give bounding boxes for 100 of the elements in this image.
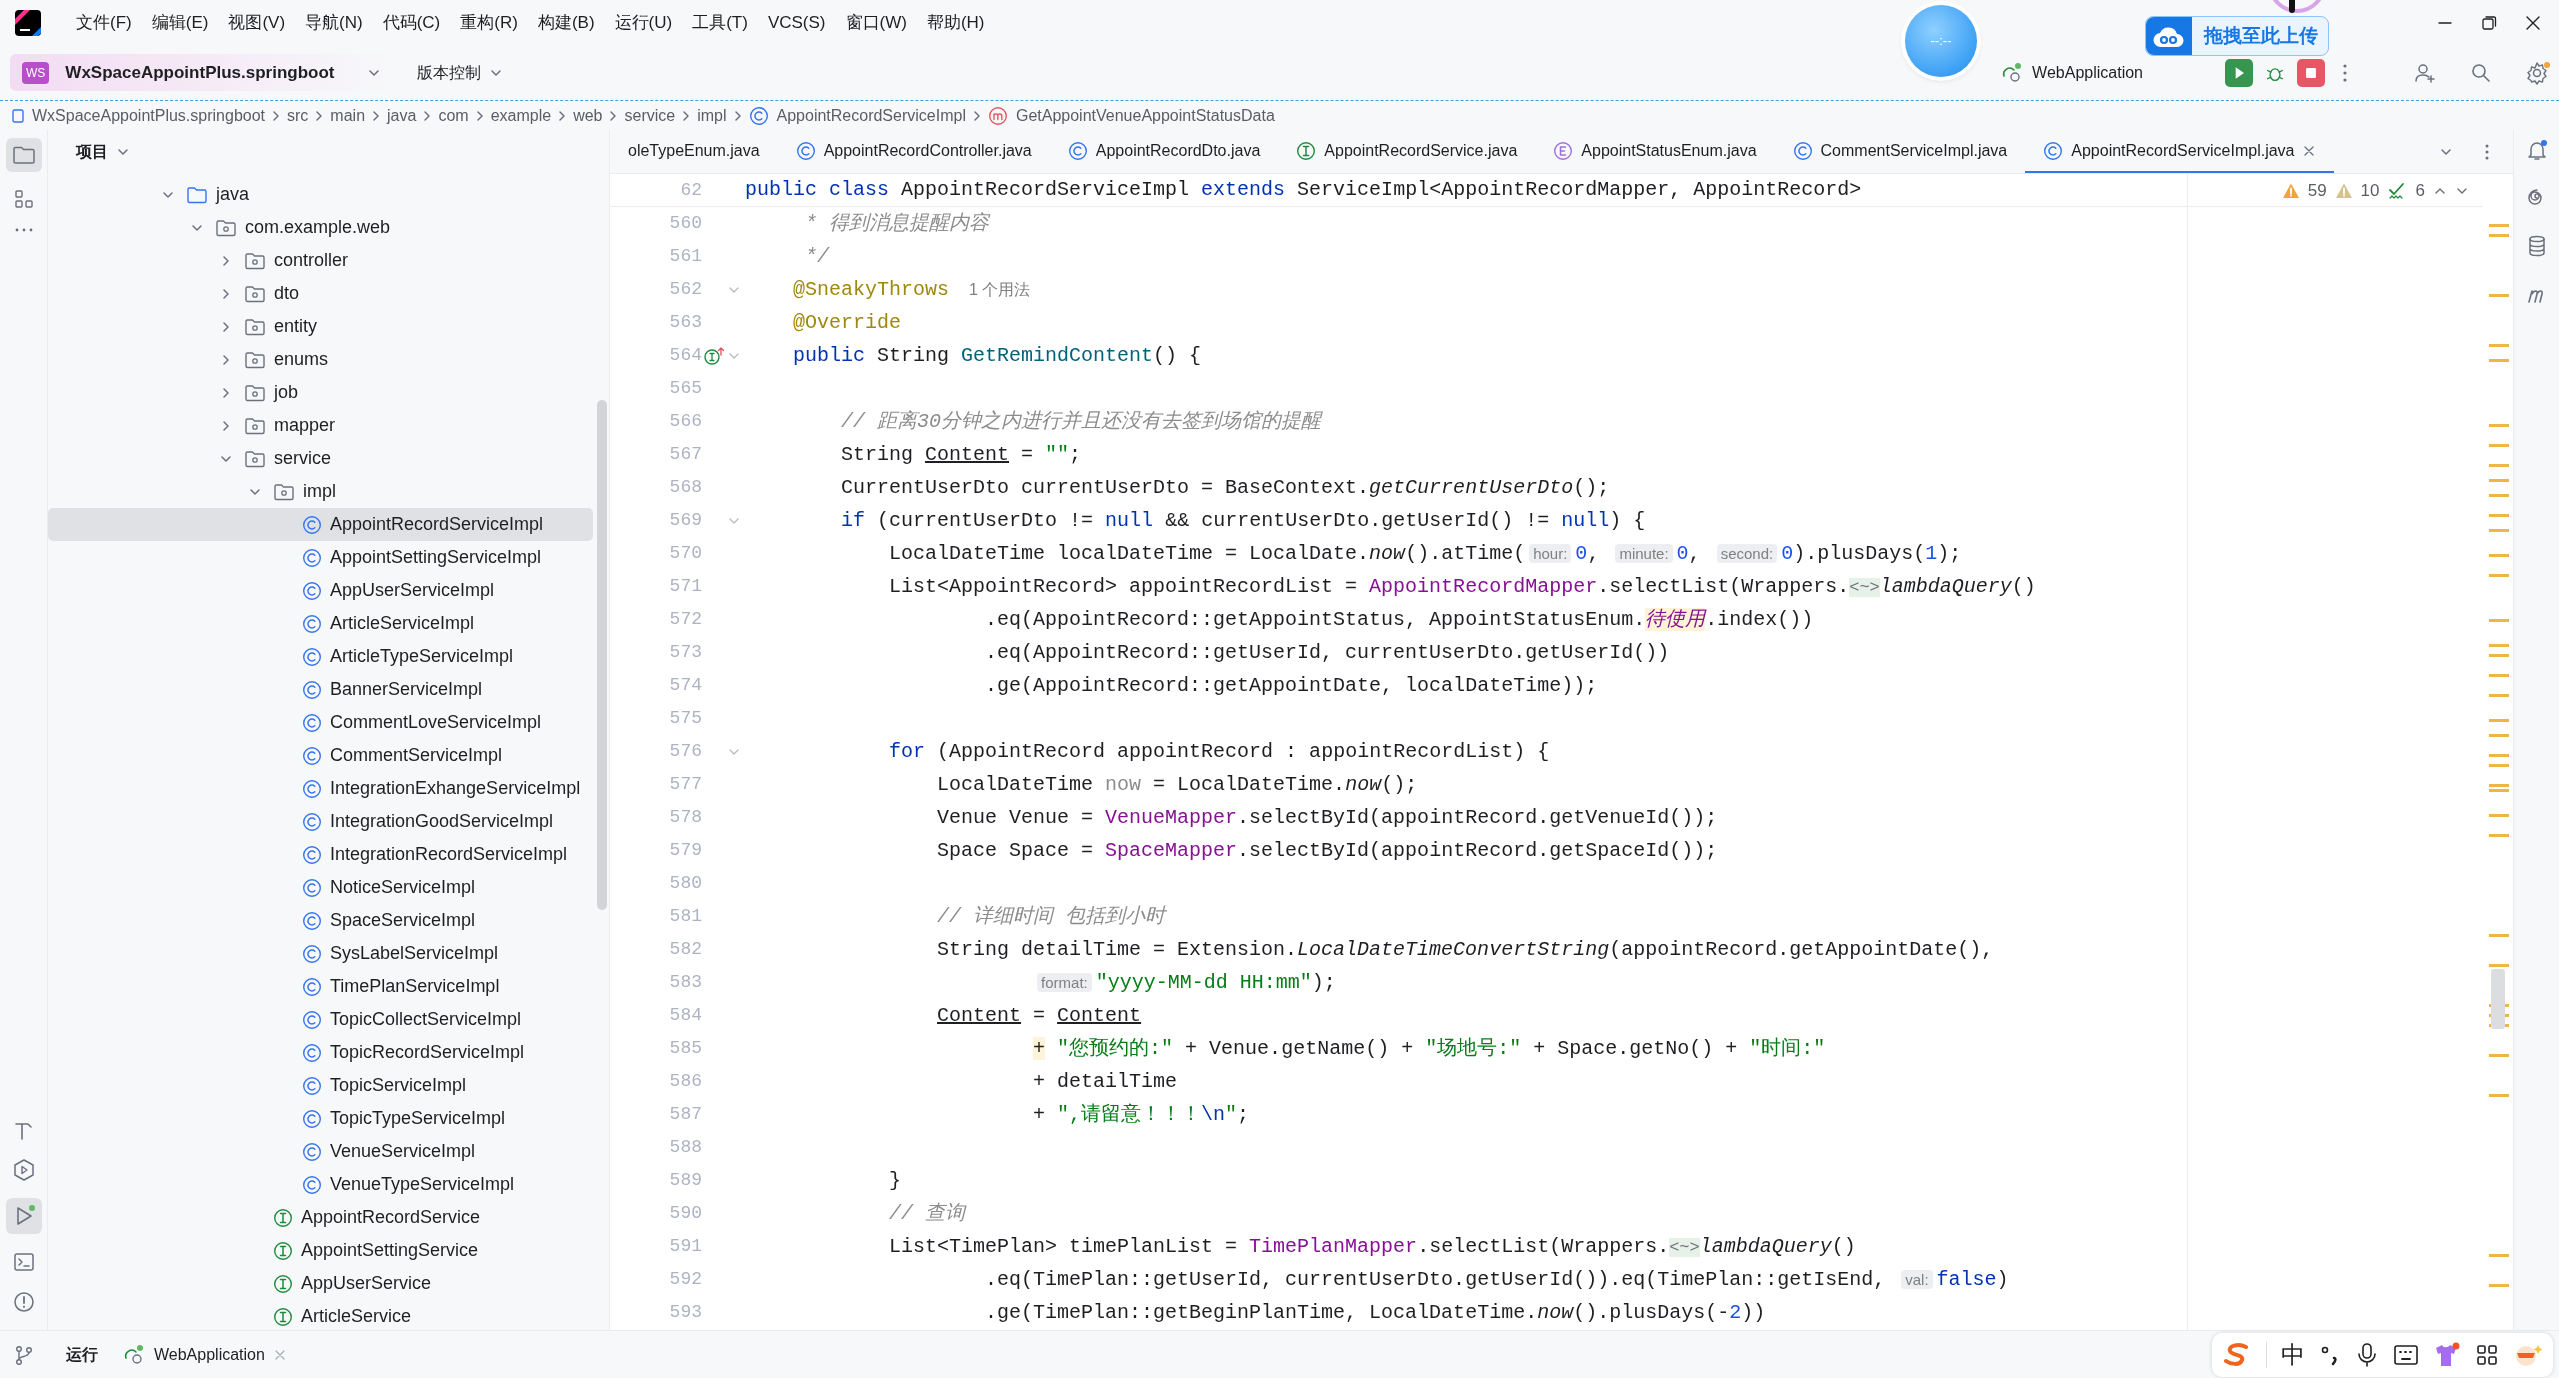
stop-icon[interactable] [2297, 58, 2325, 87]
tree-item[interactable]: AppointRecordService [48, 1201, 593, 1234]
tree-item[interactable]: AppointRecordServiceImpl [48, 508, 593, 541]
tree-item[interactable]: BannerServiceImpl [48, 673, 593, 706]
breadcrumb-item[interactable]: src [283, 103, 313, 128]
menu-item[interactable]: 导航(N) [295, 6, 373, 39]
shirt-icon[interactable] [2433, 1341, 2461, 1368]
run-icon[interactable] [2225, 58, 2253, 87]
tree-item[interactable]: TopicServiceImpl [48, 1069, 593, 1102]
input-mode[interactable]: 中 [2281, 1336, 2305, 1373]
tree-item[interactable]: TimePlanServiceImpl [48, 970, 593, 1003]
implements-icon[interactable] [703, 345, 725, 366]
code-line: * 得到消息提醒内容 [804, 210, 990, 237]
editor-tab[interactable]: AppointRecordDto.java [1049, 130, 1279, 173]
run-tab[interactable]: WebApplication [116, 1341, 293, 1368]
tree-item[interactable]: IntegrationGoodServiceImpl [48, 805, 593, 838]
menu-item[interactable]: 重构(R) [450, 6, 528, 39]
tree-item[interactable]: impl [48, 475, 593, 508]
tree-item[interactable]: entity [48, 310, 593, 343]
code-line: format: "yyyy-MM-dd HH:mm"); [745, 967, 1336, 998]
upload-widget[interactable]: 拖拽至此上传 [2145, 16, 2329, 56]
editor-tab[interactable]: AppointStatusEnum.java [1535, 130, 1775, 173]
breadcrumb-item[interactable]: AppointRecordServiceImpl [744, 103, 970, 128]
menu-item[interactable]: 代码(C) [372, 6, 451, 39]
tree-item[interactable]: TopicTypeServiceImpl [48, 1102, 593, 1135]
code-line: .eq(TimePlan::getUserId, currentUserDto.getUserId()).eq(TimePlan::getIsEnd, val: false) [984, 1266, 2009, 1293]
class-icon [302, 547, 322, 568]
tree-item[interactable]: ArticleService [48, 1300, 593, 1330]
keyboard-icon[interactable] [2393, 1342, 2419, 1367]
apps-icon[interactable] [2475, 1342, 2499, 1367]
editor-tab[interactable]: oleTypeEnum.java [610, 130, 778, 173]
line-number: 579 [668, 839, 702, 862]
tree-item[interactable]: job [48, 376, 593, 409]
microphone-icon[interactable] [2355, 1341, 2379, 1368]
tree-item[interactable]: IntegrationRecordServiceImpl [48, 838, 593, 871]
tree-item[interactable]: controller [48, 244, 593, 277]
settings-icon[interactable] [2525, 59, 2551, 86]
tree-item[interactable]: service [48, 442, 593, 475]
line-number: 564 [668, 344, 702, 367]
tree-item[interactable]: AppointSettingService [48, 1234, 593, 1267]
tree-item[interactable]: com.example.web [48, 211, 593, 244]
tree-item[interactable]: CommentLoveServiceImpl [48, 706, 593, 739]
code-line: public class AppointRecordServiceImpl extends ServiceImpl<AppointRecordMapper, AppointRecord> [745, 177, 1862, 203]
editor-tab[interactable]: AppointRecordController.java [777, 130, 1050, 173]
tree-item[interactable]: VenueTypeServiceImpl [48, 1168, 593, 1201]
tree-item[interactable]: VenueServiceImpl [48, 1135, 593, 1168]
tree-item[interactable]: CommentServiceImpl [48, 739, 593, 772]
breadcrumb-item[interactable]: service [620, 103, 680, 128]
terminal-icon[interactable] [11, 1250, 36, 1274]
breadcrumb-item[interactable]: impl [693, 103, 731, 128]
breadcrumb-item[interactable]: java [383, 103, 421, 128]
class-icon [302, 1174, 322, 1195]
tree-item[interactable]: dto [48, 277, 593, 310]
tree-item[interactable]: ArticleServiceImpl [48, 607, 593, 640]
tree-item[interactable]: AppointSettingServiceImpl [48, 541, 593, 574]
code-line: String detailTime = Extension.LocalDateTimeConvertString(appointRecord.getAppointDate(), [936, 936, 1994, 963]
menu-item[interactable]: 窗口(W) [835, 6, 917, 39]
tree-item[interactable]: ArticleTypeServiceImpl [48, 640, 593, 673]
tree-item[interactable]: enums [48, 343, 593, 376]
tree-item[interactable]: TopicCollectServiceImpl [48, 1003, 593, 1036]
line-number: 575 [668, 707, 702, 730]
menu-item[interactable]: 帮助(H) [916, 6, 995, 39]
class-icon [302, 613, 322, 634]
menu-item[interactable]: 编辑(E) [141, 6, 219, 39]
breadcrumb-item[interactable]: com [434, 103, 473, 128]
breadcrumb-item[interactable]: WxSpaceAppointPlus.springboot [8, 103, 270, 128]
package-icon [244, 415, 266, 436]
project-tool-button[interactable] [5, 138, 42, 172]
tree-item[interactable]: NoticeServiceImpl [48, 871, 593, 904]
menu-item[interactable]: 构建(B) [527, 6, 605, 39]
git-icon[interactable] [13, 1343, 35, 1366]
breadcrumb-item[interactable]: web [569, 103, 607, 128]
tree-item[interactable]: SpaceServiceImpl [48, 904, 593, 937]
editor-tab[interactable]: CommentServiceImpl.java [1774, 130, 2026, 173]
problems-icon[interactable] [11, 1290, 36, 1314]
menu-item[interactable]: 视图(V) [218, 6, 296, 39]
tree-item[interactable]: mapper [48, 409, 593, 442]
menu-item[interactable]: 工具(T) [682, 6, 758, 39]
tree-item[interactable]: TopicRecordServiceImpl [48, 1036, 593, 1069]
services-icon[interactable] [11, 1158, 36, 1182]
breadcrumb-item[interactable]: GetAppointVenueAppointStatusData [983, 103, 1279, 128]
menu-item[interactable]: 文件(F) [66, 6, 142, 39]
scrollbar-thumb[interactable] [597, 400, 607, 910]
vcs-menu[interactable]: 版本控制 [408, 56, 511, 89]
tree-item[interactable]: SysLabelServiceImpl [48, 937, 593, 970]
class-icon [302, 1141, 322, 1162]
run-config-selector[interactable]: WebApplication [1992, 56, 2151, 89]
menu-item[interactable]: VCS(S) [757, 6, 836, 39]
run-tool-button[interactable] [5, 1198, 42, 1234]
tree-item[interactable]: IntegrationExhangeServiceImpl [48, 772, 593, 805]
project-view-selector[interactable]: 项目 [68, 136, 138, 168]
editor-tab[interactable]: AppointRecordService.java [1278, 130, 1536, 173]
breadcrumb-item[interactable]: main [326, 103, 370, 128]
breadcrumb-item[interactable]: example [486, 103, 556, 128]
line-number: 571 [668, 575, 702, 598]
structure-icon[interactable] [12, 188, 35, 210]
tree-item[interactable]: AppUserService [48, 1267, 593, 1300]
tree-item[interactable]: AppUserServiceImpl [48, 574, 593, 607]
tree-item[interactable]: java [48, 178, 593, 211]
menu-item[interactable]: 运行(U) [604, 6, 683, 39]
